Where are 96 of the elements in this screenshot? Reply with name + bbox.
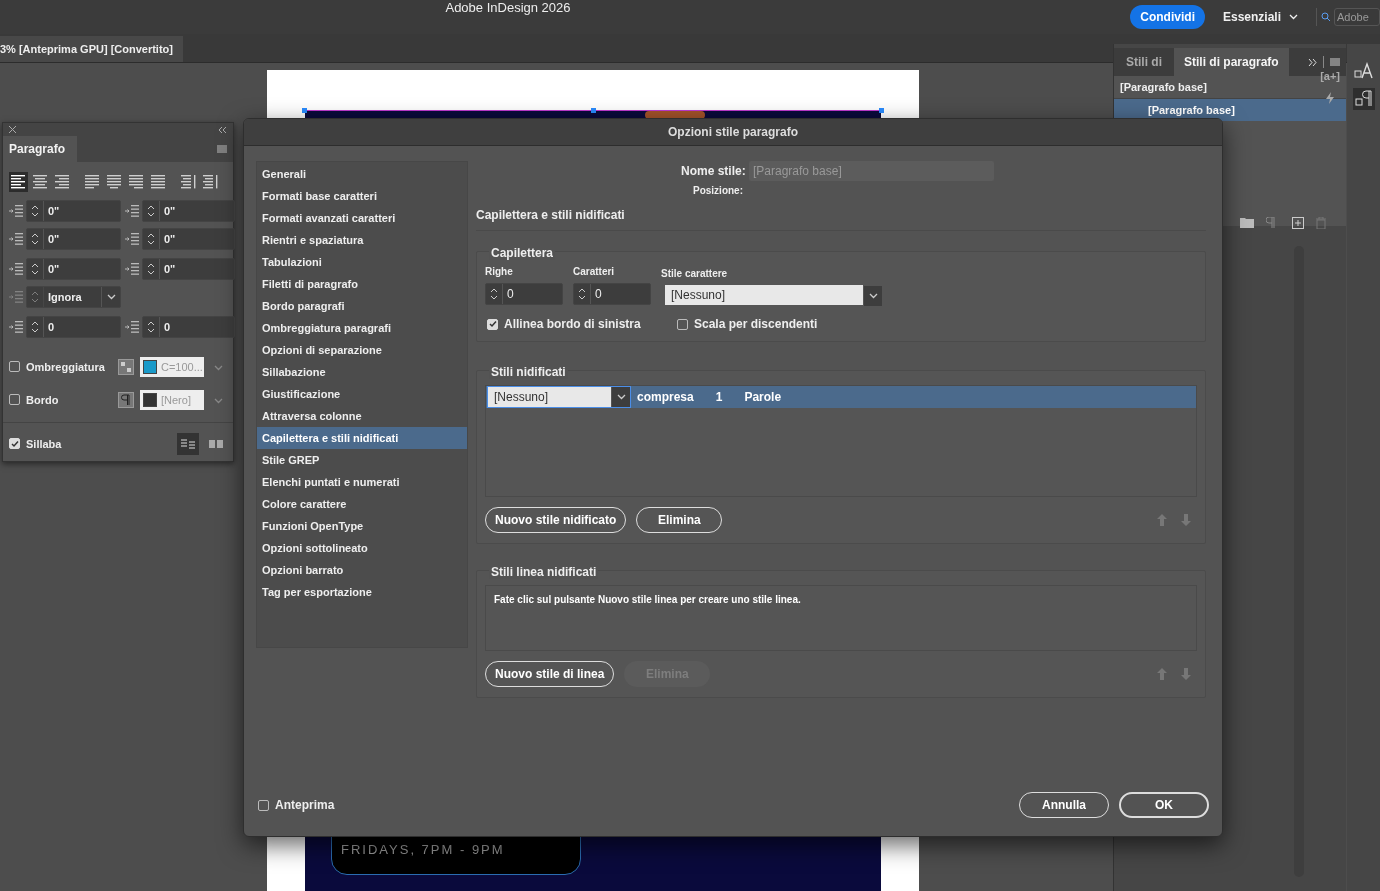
number-field[interactable]: 0": [142, 200, 235, 222]
category-item[interactable]: Tag per esportazione: [257, 581, 467, 603]
number-field[interactable]: 0": [142, 228, 235, 250]
checkbox-label: Allinea bordo di sinistra: [504, 317, 641, 331]
category-item[interactable]: Opzioni di separazione: [257, 339, 467, 361]
field-label: Righe: [485, 266, 514, 277]
category-item[interactable]: Elenchi puntati e numerati: [257, 471, 467, 493]
category-item[interactable]: Sillabazione: [257, 361, 467, 383]
dialog-title: Opzioni stile paragrafo: [244, 119, 1222, 146]
pilcrow-icon[interactable]: [118, 391, 134, 408]
drop-cap-icon: [9, 320, 23, 334]
style-dropdown[interactable]: [Nessuno]: [487, 386, 631, 408]
field-label: Posizione:: [692, 185, 743, 196]
table-cell[interactable]: 1: [693, 390, 723, 404]
number-field[interactable]: 0: [26, 316, 121, 338]
checkbox-label: Bordo: [26, 393, 59, 406]
category-item[interactable]: Formati base caratteri: [257, 185, 467, 207]
category-item[interactable]: Rientri e spaziatura: [257, 229, 467, 251]
nested-style-row[interactable]: [Nessuno] compresa 1 Parole: [486, 386, 1196, 408]
group-title: Capilettera: [489, 246, 556, 260]
style-item[interactable]: [Paragrafo base]: [1114, 99, 1346, 121]
document-tab[interactable]: 3% [Anteprima GPU] [Convertito]: [0, 36, 183, 62]
section-title: Capilettera e stili nidificati: [476, 208, 1206, 231]
align-button[interactable]: [9, 172, 28, 192]
collapse-icon[interactable]: [219, 126, 227, 133]
paragraph-styles-icon[interactable]: [1352, 88, 1375, 110]
number-field[interactable]: 0: [573, 283, 651, 305]
current-style: [Paragrafo base]: [1120, 81, 1207, 93]
category-item[interactable]: Giustificazione: [257, 383, 467, 405]
category-item[interactable]: Filetti di paragrafo: [257, 273, 467, 295]
indent-icon: [125, 204, 139, 218]
grid-icon[interactable]: [118, 358, 134, 375]
table-cell[interactable]: Parole: [722, 390, 782, 404]
indent-icon: [9, 232, 23, 246]
spacing-icon: [125, 262, 139, 276]
panel-tab[interactable]: Stili di: [1114, 48, 1174, 76]
panel-tab[interactable]: Paragrafo: [3, 136, 78, 162]
share-button[interactable]: Condividi: [1130, 5, 1205, 29]
selection-handle[interactable]: [879, 108, 884, 113]
category-item[interactable]: Opzioni sottolineato: [257, 537, 467, 559]
category-item[interactable]: Capilettera e stili nidificati: [257, 427, 467, 449]
category-item[interactable]: Stile GREP: [257, 449, 467, 471]
search-icon: [1321, 12, 1331, 22]
category-item[interactable]: Colore carattere: [257, 493, 467, 515]
category-item[interactable]: Funzioni OpenType: [257, 515, 467, 537]
selection-handle[interactable]: [302, 108, 307, 113]
table-cell[interactable]: compresa: [631, 390, 694, 404]
checkbox-label: Sillaba: [26, 437, 62, 450]
app-title: Adobe InDesign 2026: [444, 0, 572, 15]
ok-button[interactable]: OK: [1119, 792, 1209, 818]
group-title: Stili linea nidificati: [489, 565, 599, 579]
checkbox-label: Ombreggiatura: [26, 360, 105, 373]
spacing-icon: [9, 262, 23, 276]
panel-tab[interactable]: Stili di paragrafo: [1174, 48, 1289, 76]
add-icon[interactable]: [1292, 217, 1304, 229]
close-icon[interactable]: [9, 126, 16, 133]
field-label: Caratteri: [573, 266, 616, 277]
checkbox-label: Scala per discendenti: [694, 317, 818, 331]
search-field[interactable]: Adobe: [1334, 8, 1380, 26]
number-field[interactable]: 0: [485, 283, 563, 305]
text-lines-icon[interactable]: [177, 432, 199, 455]
number-field[interactable]: 0: [142, 316, 235, 338]
category-item[interactable]: Tabulazioni: [257, 251, 467, 273]
checkbox[interactable]: [9, 394, 20, 405]
field-label: Stile carattere: [661, 268, 729, 279]
chevron-down-icon[interactable]: [616, 394, 626, 400]
chevron-down-icon[interactable]: [868, 293, 878, 299]
number-field[interactable]: 0": [142, 258, 235, 280]
lightning-icon[interactable]: [1326, 92, 1335, 104]
selection-handle[interactable]: [591, 108, 596, 113]
group-title: Stili nidificati: [489, 365, 568, 379]
category-item[interactable]: Bordo paragrafi: [257, 295, 467, 317]
field-label: Nome stile:: [681, 164, 743, 178]
category-item[interactable]: Opzioni barrato: [257, 559, 467, 581]
checkbox[interactable]: [9, 438, 20, 449]
number-field[interactable]: 0": [26, 228, 121, 250]
checkbox[interactable]: [487, 318, 498, 330]
checkbox[interactable]: [258, 799, 269, 811]
caption-text: FRIDAYS, 7PM - 9PM: [341, 842, 505, 857]
checkbox[interactable]: [677, 318, 688, 330]
expand-icon[interactable]: [1308, 58, 1317, 66]
category-item[interactable]: Ombreggiatura paragrafi: [257, 317, 467, 339]
drop-cap-icon: [125, 320, 139, 334]
number-field[interactable]: 0": [26, 258, 121, 280]
number-field[interactable]: 0": [26, 200, 121, 222]
workspace-menu[interactable]: Essenziali: [1214, 10, 1306, 24]
folder-icon[interactable]: [1240, 217, 1254, 228]
checkbox[interactable]: [9, 361, 20, 372]
hint-text: Fate clic sul pulsante Nuovo stile linea per creare uno stile linea.: [494, 594, 801, 605]
checkbox-label: Anteprima: [275, 798, 335, 812]
category-item[interactable]: Formati avanzati caratteri: [257, 207, 467, 229]
indent-icon: [9, 204, 23, 218]
category-item[interactable]: Generali: [257, 163, 467, 185]
indent-icon: [125, 232, 139, 246]
category-item[interactable]: Attraversa colonne: [257, 405, 467, 427]
chevron-down-icon[interactable]: [106, 294, 116, 300]
